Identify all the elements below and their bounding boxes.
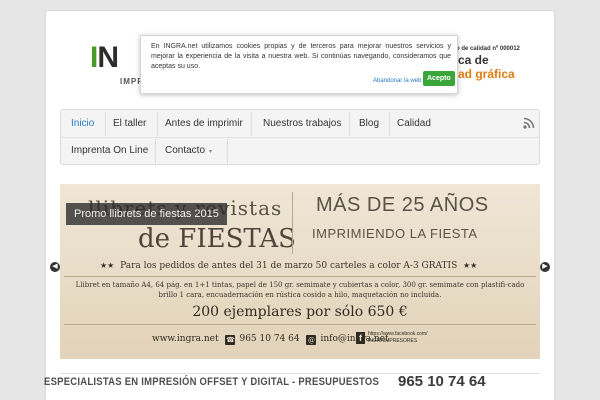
slide-caption[interactable]: Promo llibrets de fiestas 2015: [66, 203, 227, 225]
logo-mark: IN: [90, 41, 119, 74]
slide-right-subtitle: IMPRIMIENDO LA FIESTA: [312, 226, 478, 241]
slide-description: Llibret en tamaño A4, 64 pág. en 1+1 tin…: [75, 281, 525, 299]
nav-item-contacto[interactable]: Contacto ▾: [159, 139, 218, 164]
nav-item-el-taller[interactable]: El taller: [107, 112, 152, 136]
phone-icon: ☎: [225, 335, 236, 345]
nav-divider: [155, 139, 156, 163]
nav-item-imprenta-on-line[interactable]: Imprenta On Line: [65, 139, 154, 163]
slide-rule: [64, 324, 536, 325]
facebook-name: INGRAIMPRESORES: [368, 338, 418, 344]
nav-item-contacto-label: Contacto: [165, 145, 206, 156]
facebook-url: https://www.facebook.com/: [368, 331, 428, 337]
stars-icon: ★★: [100, 261, 115, 270]
nav-divider: [227, 139, 228, 163]
nav-row-divider: [61, 137, 539, 138]
cookie-message: En INGRA.net utilizamos cookies propias …: [151, 43, 451, 70]
slide-divider: [292, 192, 293, 254]
stars-icon: ★★: [462, 261, 478, 270]
promo-line: ★★ Para los pedidos de antes del 31 de m…: [100, 261, 477, 271]
chevron-down-icon: ▾: [209, 149, 213, 155]
nav-item-blog[interactable]: Blog: [353, 112, 385, 136]
nav-divider: [349, 112, 350, 136]
slide-phone: 965 10 74 64: [239, 334, 300, 344]
slide-right-title: MÁS DE 25 AÑOS: [316, 194, 489, 216]
accept-cookies-button[interactable]: Acepto: [423, 71, 455, 86]
nav-item-calidad[interactable]: Calidad: [391, 112, 437, 136]
tagline-line-2: ad gráfica: [458, 67, 515, 81]
footer-phone: 965 10 74 64: [398, 373, 486, 390]
facebook-icon: f: [356, 332, 365, 344]
certification-text: o de calidad nº 000012: [456, 46, 520, 52]
nav-divider: [389, 112, 390, 136]
slide-price: 200 ejemplares por sólo 650 €: [192, 304, 408, 320]
promo-slider[interactable]: llibrets y revistas de FIESTAS MÁS DE 25…: [60, 184, 540, 359]
main-navigation: Inicio El taller Antes de imprimir Nuest…: [60, 109, 540, 165]
slide-left-subtitle: de FIESTAS: [138, 224, 296, 254]
nav-item-antes-de-imprimir[interactable]: Antes de imprimir: [159, 112, 249, 136]
promo-line-text: Para los pedidos de antes del 31 de marz…: [120, 261, 458, 271]
leave-site-link[interactable]: Abandonar la web: [373, 78, 421, 84]
nav-item-inicio[interactable]: Inicio: [65, 112, 100, 136]
chevron-left-icon[interactable]: ◀: [50, 262, 60, 272]
slide-web: www.ingra.net: [152, 334, 219, 344]
nav-item-nuestros-trabajos[interactable]: Nuestros trabajos: [257, 112, 347, 136]
slide-facebook: https://www.facebook.com/INGRAIMPRESORES: [368, 331, 427, 345]
chevron-right-icon[interactable]: ▶: [540, 262, 550, 272]
nav-divider: [157, 112, 158, 136]
footer-tagline: ESPECIALISTAS EN IMPRESIÓN OFFSET Y DIGI…: [44, 376, 380, 388]
email-icon: @: [306, 335, 317, 345]
tagline-line-1: ca de: [458, 53, 489, 67]
nav-divider: [105, 112, 106, 136]
slide-rule: [64, 276, 536, 277]
rss-icon[interactable]: [523, 117, 535, 129]
cookie-consent-dialog: En INGRA.net utilizamos cookies propias …: [140, 35, 458, 94]
nav-divider: [251, 112, 252, 136]
